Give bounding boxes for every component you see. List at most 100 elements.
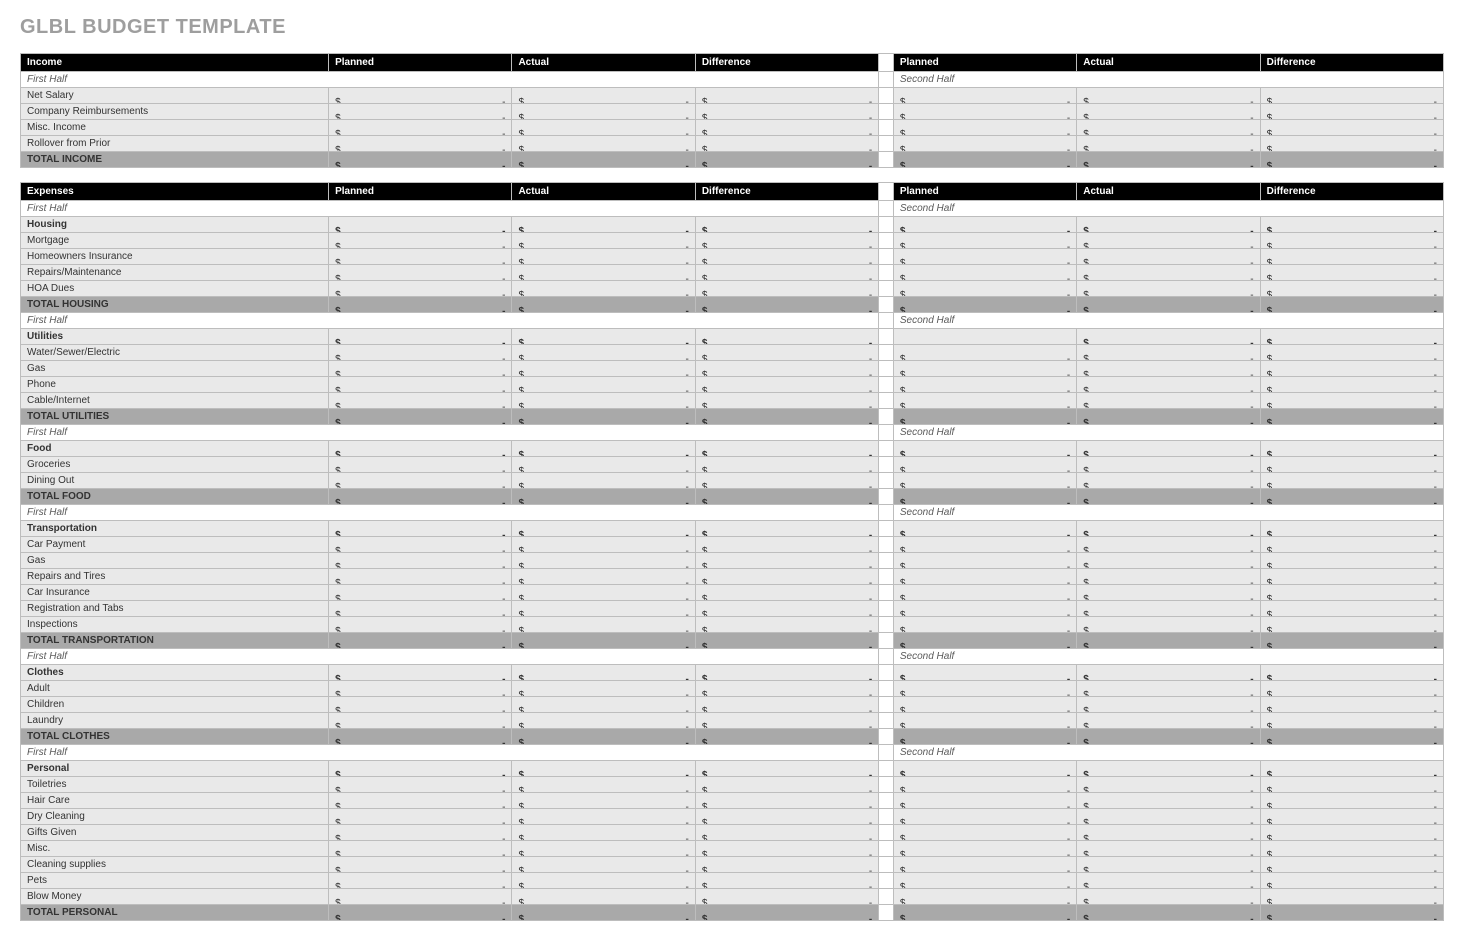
money-cell[interactable] [329,297,512,313]
money-cell[interactable] [329,457,512,473]
money-cell[interactable] [512,681,695,697]
money-cell[interactable] [1260,697,1443,713]
money-cell[interactable] [695,537,878,553]
money-cell[interactable] [695,857,878,873]
money-cell[interactable] [893,681,1076,697]
money-cell[interactable] [893,809,1076,825]
money-cell[interactable] [1260,136,1443,152]
money-cell[interactable] [695,233,878,249]
money-cell[interactable] [329,841,512,857]
money-cell[interactable] [893,409,1076,425]
money-cell[interactable] [1077,793,1260,809]
money-cell[interactable] [512,617,695,633]
money-cell[interactable] [1260,889,1443,905]
money-cell[interactable] [893,473,1076,489]
money-cell[interactable] [893,265,1076,281]
money-cell[interactable] [893,377,1076,393]
money-cell[interactable] [512,857,695,873]
money-cell[interactable] [893,136,1076,152]
money-cell[interactable] [1260,793,1443,809]
money-cell[interactable] [1260,905,1443,921]
money-cell[interactable] [1260,713,1443,729]
money-cell[interactable] [1077,409,1260,425]
money-cell[interactable] [695,681,878,697]
money-cell[interactable] [695,152,878,168]
money-cell[interactable] [1077,713,1260,729]
money-cell[interactable] [512,569,695,585]
money-cell[interactable] [695,809,878,825]
money-cell[interactable] [1077,889,1260,905]
money-cell[interactable] [512,697,695,713]
money-cell[interactable] [695,889,878,905]
money-cell[interactable] [329,585,512,601]
money-cell[interactable] [329,441,512,457]
money-cell[interactable] [329,104,512,120]
money-cell[interactable] [1077,873,1260,889]
money-cell[interactable] [893,393,1076,409]
money-cell[interactable] [512,761,695,777]
money-cell[interactable] [1260,841,1443,857]
money-cell[interactable] [695,585,878,601]
money-cell[interactable] [1260,777,1443,793]
money-cell[interactable] [512,104,695,120]
money-cell[interactable] [329,633,512,649]
money-cell[interactable] [695,329,878,345]
money-cell[interactable] [893,873,1076,889]
money-cell[interactable] [695,713,878,729]
money-cell[interactable] [512,665,695,681]
money-cell[interactable] [1077,761,1260,777]
money-cell[interactable] [1077,152,1260,168]
money-cell[interactable] [695,489,878,505]
money-cell[interactable] [329,889,512,905]
money-cell[interactable] [1077,249,1260,265]
money-cell[interactable] [329,329,512,345]
money-cell[interactable] [893,761,1076,777]
money-cell[interactable] [329,136,512,152]
money-cell[interactable] [695,825,878,841]
money-cell[interactable] [893,841,1076,857]
money-cell[interactable] [1077,217,1260,233]
money-cell[interactable] [695,729,878,745]
money-cell[interactable] [512,905,695,921]
money-cell[interactable] [1260,409,1443,425]
money-cell[interactable] [1260,297,1443,313]
money-cell[interactable] [1077,617,1260,633]
money-cell[interactable] [1260,441,1443,457]
money-cell[interactable] [1260,457,1443,473]
money-cell[interactable] [893,665,1076,681]
money-cell[interactable] [695,521,878,537]
money-cell[interactable] [1077,537,1260,553]
money-cell[interactable] [329,905,512,921]
money-cell[interactable] [329,537,512,553]
money-cell[interactable] [893,889,1076,905]
money-cell[interactable] [695,873,878,889]
money-cell[interactable] [329,489,512,505]
money-cell[interactable] [1260,873,1443,889]
money-cell[interactable] [893,777,1076,793]
money-cell[interactable] [1260,521,1443,537]
money-cell[interactable] [512,521,695,537]
money-cell[interactable] [893,633,1076,649]
money-cell[interactable] [1260,665,1443,681]
money-cell[interactable] [1260,377,1443,393]
money-cell[interactable] [1260,601,1443,617]
money-cell[interactable] [1077,393,1260,409]
money-cell[interactable] [1260,681,1443,697]
money-cell[interactable] [512,393,695,409]
money-cell[interactable] [893,553,1076,569]
money-cell[interactable] [695,297,878,313]
money-cell[interactable] [329,809,512,825]
money-cell[interactable] [1260,233,1443,249]
money-cell[interactable] [329,88,512,104]
money-cell[interactable] [512,889,695,905]
money-cell[interactable] [893,537,1076,553]
money-cell[interactable] [1077,681,1260,697]
money-cell[interactable] [1077,120,1260,136]
money-cell[interactable] [1077,809,1260,825]
money-cell[interactable] [512,345,695,361]
money-cell[interactable] [512,825,695,841]
money-cell[interactable] [329,761,512,777]
money-cell[interactable] [512,585,695,601]
money-cell[interactable] [1260,88,1443,104]
money-cell[interactable] [893,249,1076,265]
